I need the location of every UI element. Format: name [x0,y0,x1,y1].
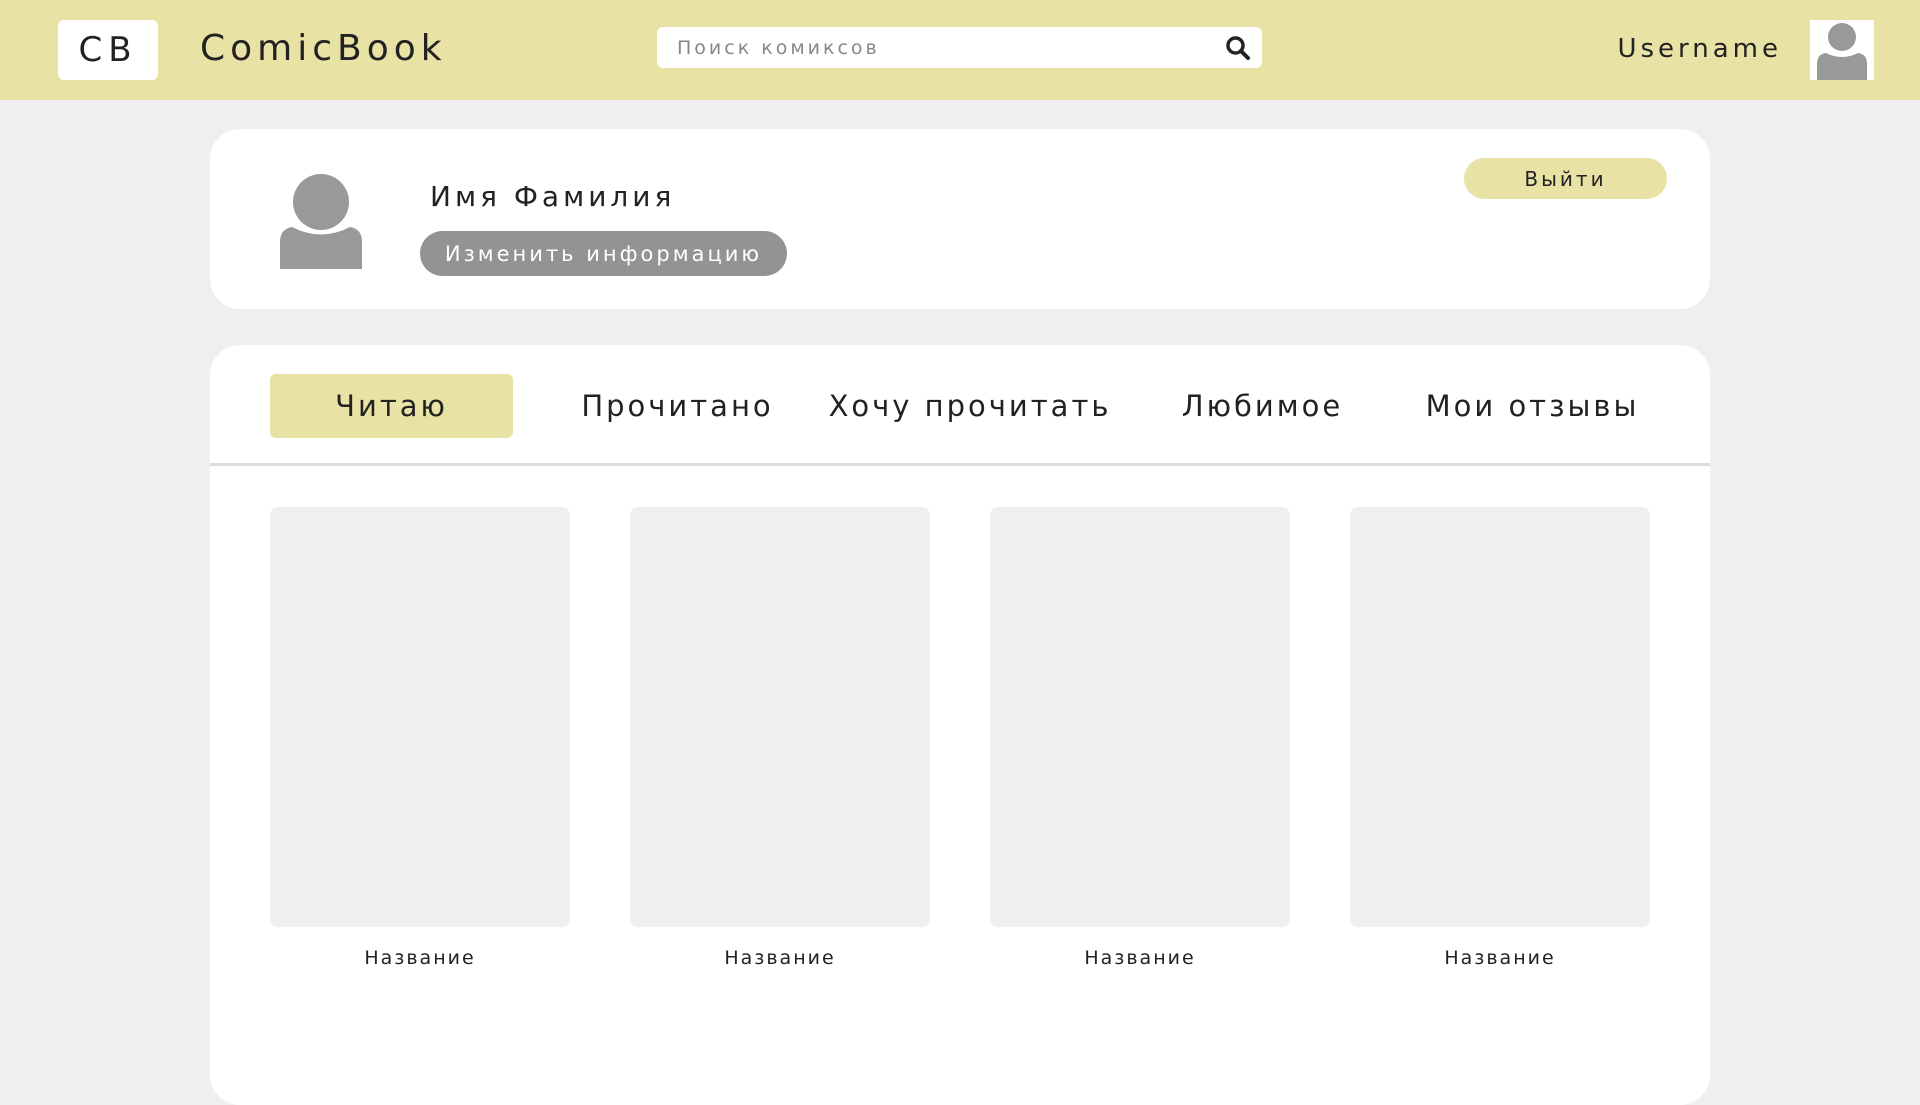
top-header: CB ComicBook Username [0,0,1920,100]
tab-my-reviews[interactable]: Мои отзывы [1405,374,1660,438]
comic-card[interactable]: Название [270,507,570,987]
tab-favorites[interactable]: Любимое [1150,374,1375,438]
tab-read[interactable]: Прочитано [550,374,805,438]
comic-title[interactable]: Название [1350,947,1650,969]
comic-cover[interactable] [990,507,1290,927]
comic-card[interactable]: Название [1350,507,1650,987]
profile-name: Имя Фамилия [430,180,676,213]
comic-title[interactable]: Название [990,947,1290,969]
comic-card[interactable]: Название [630,507,930,987]
search-bar [657,27,1262,68]
app-title[interactable]: ComicBook [200,26,447,72]
library-panel: Читаю Прочитано Хочу прочитать Любимое М… [210,345,1710,1105]
tab-want-to-read[interactable]: Хочу прочитать [810,374,1130,438]
comic-cover[interactable] [630,507,930,927]
search-icon[interactable] [1224,34,1252,62]
tab-bar: Читаю Прочитано Хочу прочитать Любимое М… [210,345,1710,466]
profile-card: Имя Фамилия Изменить информацию Выйти [210,129,1710,309]
comic-title[interactable]: Название [270,947,570,969]
tab-divider [210,463,1710,466]
user-avatar[interactable] [1810,20,1874,80]
user-icon [1817,23,1867,80]
username-label[interactable]: Username [1617,32,1782,66]
comic-cover[interactable] [1350,507,1650,927]
logo[interactable]: CB [58,20,158,80]
edit-info-button[interactable]: Изменить информацию [420,231,787,276]
search-input[interactable] [675,27,1195,68]
logout-button[interactable]: Выйти [1464,158,1667,199]
comic-cover[interactable] [270,507,570,927]
comic-card[interactable]: Название [990,507,1290,987]
user-icon [280,174,362,269]
comic-title[interactable]: Название [630,947,930,969]
tab-reading[interactable]: Читаю [270,374,513,438]
